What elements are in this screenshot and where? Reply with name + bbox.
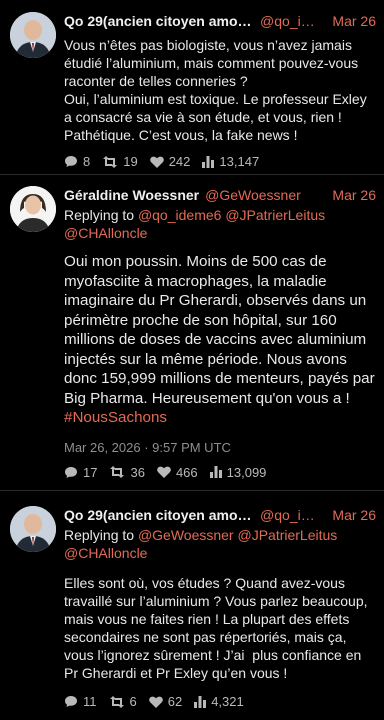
mention-link[interactable]: @GeWoessner xyxy=(138,527,234,543)
tweet-1[interactable]: Qo 29(ancien citoyen amoure... @qo_ide..… xyxy=(0,0,384,170)
comment-icon xyxy=(65,156,77,167)
view-count: 13,147 xyxy=(219,154,260,169)
retweet-icon xyxy=(109,695,124,708)
avatar[interactable] xyxy=(10,186,56,232)
retweet-count: 36 xyxy=(130,464,145,480)
tweet-header: Qo 29(ancien citoyen amoure... @qo_ide..… xyxy=(64,12,376,30)
author-name[interactable]: Qo 29(ancien citoyen amoure... xyxy=(64,506,254,524)
tweet-date[interactable]: Mar 26 xyxy=(322,12,376,30)
view-count: 4,321 xyxy=(211,694,244,709)
like-count: 242 xyxy=(168,154,191,169)
mention-link[interactable]: @JPatrierLeitus xyxy=(237,527,337,543)
mention-link[interactable]: @JPatrierLeitus xyxy=(225,207,325,223)
tweet-text: Elles sont où, vos études ? Quand avez-v… xyxy=(64,575,372,681)
tweet-text-body: Oui mon poussin. Moins de 500 cas de myo… xyxy=(64,253,379,407)
avatar[interactable] xyxy=(10,506,56,552)
tweet-header: Qo 29(ancien citoyen amoure... @qo_ide..… xyxy=(64,506,376,524)
tweet-stats: 8 19 242 13,147 xyxy=(64,154,376,169)
tweet-header: Géraldine Woessner @GeWoessner Mar 26 xyxy=(64,186,376,204)
tweet-2[interactable]: Géraldine Woessner @GeWoessner Mar 26 Re… xyxy=(0,176,384,484)
retweet-button[interactable]: 19 xyxy=(102,154,138,169)
author-handle[interactable]: @qo_ide... xyxy=(260,506,322,524)
mention-link[interactable]: @CHAlloncle xyxy=(64,225,147,241)
author-name[interactable]: Géraldine Woessner xyxy=(64,186,199,204)
tweet-date[interactable]: Mar 26 xyxy=(322,506,376,524)
heart-icon xyxy=(149,156,164,168)
like-button[interactable]: 62 xyxy=(148,694,183,709)
tweet-timestamp[interactable]: Mar 26, 2026 · 9:57 PM UTC xyxy=(64,440,376,455)
author-name[interactable]: Qo 29(ancien citoyen amoure... xyxy=(64,12,254,30)
divider xyxy=(0,174,384,175)
divider xyxy=(0,490,384,491)
mention-link[interactable]: @CHAlloncle xyxy=(64,545,147,561)
like-button[interactable]: 466 xyxy=(157,465,198,480)
tweet-stats: 17 36 466 13,099 xyxy=(64,465,376,480)
view-count: 13,099 xyxy=(226,464,267,480)
reply-count: 17 xyxy=(83,464,98,480)
bar-chart-icon xyxy=(194,695,207,708)
comment-icon xyxy=(65,466,77,478)
tweet-text: Oui mon poussin. Moins de 500 cas de myo… xyxy=(64,252,376,428)
heart-icon xyxy=(157,466,171,478)
author-handle[interactable]: @GeWoessner xyxy=(205,186,301,204)
avatar[interactable] xyxy=(10,12,56,58)
like-count: 62 xyxy=(167,694,183,709)
bar-chart-icon xyxy=(209,466,222,478)
bar-chart-icon xyxy=(202,155,215,168)
reply-button[interactable]: 8 xyxy=(64,154,90,169)
replying-to-label: Replying to xyxy=(64,207,135,223)
like-count: 466 xyxy=(175,464,198,480)
retweet-count: 6 xyxy=(129,694,137,709)
mention-link[interactable]: @qo_ideme6 xyxy=(138,207,222,223)
reply-count: 8 xyxy=(83,154,91,169)
retweet-count: 19 xyxy=(123,154,138,169)
retweet-icon xyxy=(110,466,125,478)
views-button[interactable]: 13,147 xyxy=(202,154,259,169)
tweet-3[interactable]: Qo 29(ancien citoyen amoure... @qo_ide..… xyxy=(0,496,384,716)
tweet-stats: 11 6 62 4,321 xyxy=(64,694,376,709)
retweet-button[interactable]: 6 xyxy=(109,694,137,709)
heart-icon xyxy=(148,696,163,708)
reply-button[interactable]: 11 xyxy=(64,694,97,709)
author-handle[interactable]: @qo_ide... xyxy=(260,12,322,30)
replying-to-label: Replying to xyxy=(64,527,135,543)
tweet-date[interactable]: Mar 26 xyxy=(322,186,376,204)
views-button[interactable]: 13,099 xyxy=(209,464,267,480)
retweet-icon xyxy=(103,155,118,168)
views-button[interactable]: 4,321 xyxy=(194,694,244,709)
hashtag-link[interactable]: #NousSachons xyxy=(64,409,167,426)
reply-count: 11 xyxy=(83,694,97,709)
reply-button[interactable]: 17 xyxy=(64,465,97,480)
like-button[interactable]: 242 xyxy=(149,154,191,169)
comment-icon xyxy=(65,696,77,707)
replying-to: Replying to @qo_ideme6 @JPatrierLeitus @… xyxy=(64,206,376,242)
replying-to: Replying to @GeWoessner @JPatrierLeitus … xyxy=(64,526,376,562)
retweet-button[interactable]: 36 xyxy=(109,464,145,480)
tweet-text: Vous n’êtes pas biologiste, vous n’avez … xyxy=(64,37,367,143)
